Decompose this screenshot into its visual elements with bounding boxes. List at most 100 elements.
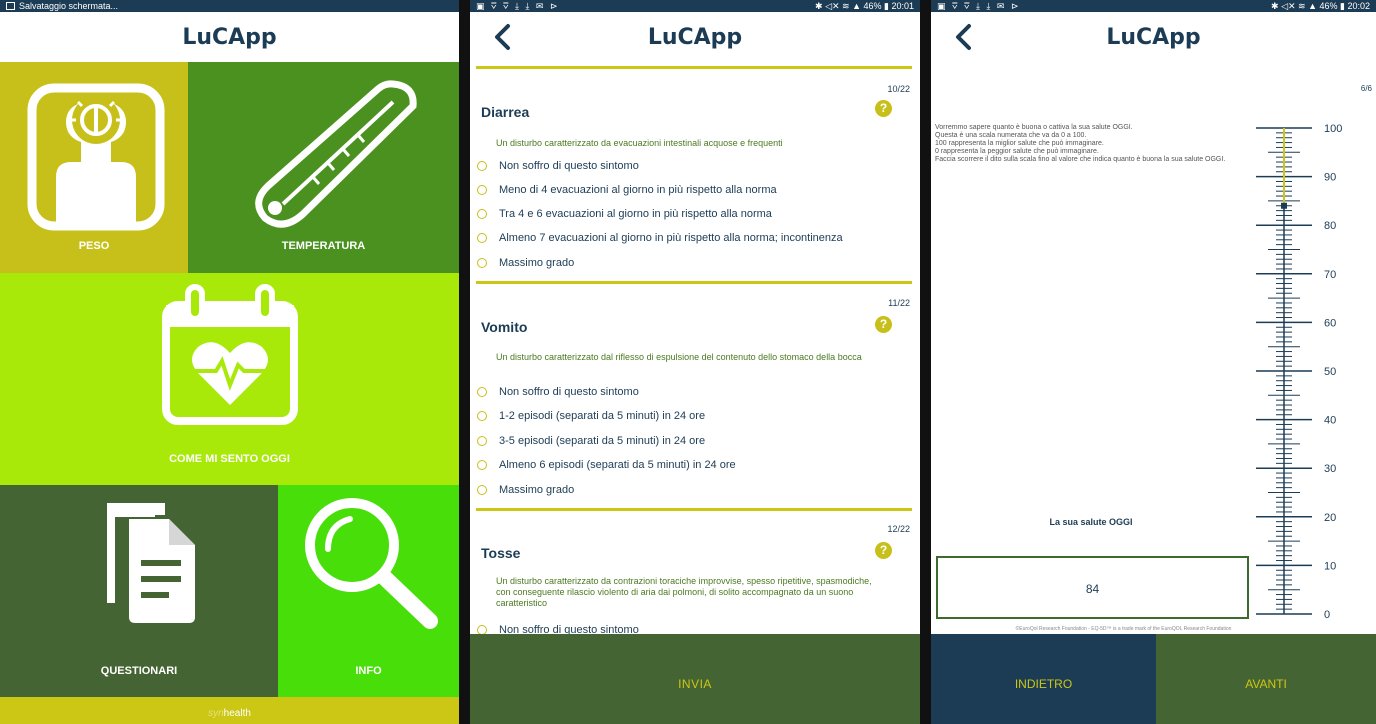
question-title: Diarrea (481, 104, 530, 120)
option-radio[interactable]: Non soffro di questo sintomo (477, 384, 910, 400)
copyright-notice: ©EuroQol Research Foundation - EQ-5D™ is… (1015, 626, 1232, 632)
health-value-box: 84 (936, 556, 1249, 619)
question-number: 11/22 (888, 298, 910, 308)
option-label: 3-5 episodi (separati da 5 minuti) in 24… (499, 435, 706, 447)
app-title: LuCApp (647, 24, 743, 50)
app-title: LuCApp (182, 24, 277, 50)
option-label: 1-2 episodi (separati da 5 minuti) in 24… (499, 410, 706, 422)
back-button[interactable]: INDIETRO (931, 634, 1156, 724)
tile-peso-label: PESO (78, 240, 110, 252)
tile-temperatura-label: TEMPERATURA (281, 240, 366, 252)
radio-icon (477, 436, 487, 446)
tile-peso[interactable]: PESO (0, 62, 188, 273)
help-icon[interactable]: ? (875, 100, 892, 117)
option-label: Meno di 4 evacuazioni al giorno in più r… (499, 184, 777, 196)
option-radio[interactable]: Tra 4 e 6 evacuazioni al giorno in più r… (477, 206, 910, 222)
brand-prefix: syn (208, 708, 224, 719)
system-status: ✱ ◁✕ ≋ ▲ 46% ▮ 20:01 (815, 1, 914, 11)
scale-label: 30 (1324, 463, 1336, 475)
notification-icons: ▣ ⩢ ⩢ ⤓ ⤓ ✉ ⊳ (937, 1, 1021, 11)
tile-info-label: INFO (355, 665, 382, 677)
scale-label: 60 (1324, 317, 1336, 329)
notification-icons: ▣ ⩢ ⩢ ⤓ ⤓ ✉ ⊳ (476, 1, 560, 11)
instruction-line: 100 rappresenta la miglior salute che pu… (935, 140, 1104, 147)
home-screen: Salvataggio schermata... LuCApp PESO TEM… (0, 0, 459, 724)
option-label: Non soffro di questo sintomo (499, 624, 639, 634)
instruction-line: Vorremmo sapere quanto è buona o cattiva… (935, 124, 1133, 131)
question-number: 12/22 (887, 524, 910, 534)
app-bar: LuCApp (470, 12, 920, 62)
option-radio[interactable]: 3-5 episodi (separati da 5 minuti) in 24… (477, 433, 910, 449)
help-icon[interactable]: ? (875, 316, 892, 333)
instruction-line: Questa è una scala numerata che va da 0 … (935, 132, 1087, 139)
screenshot-icon (6, 2, 15, 10)
documents-icon (107, 503, 195, 623)
page-count: 6/6 (1360, 84, 1372, 93)
question-separator (476, 281, 912, 284)
radio-icon (477, 625, 487, 634)
scale-label: 50 (1324, 366, 1336, 378)
scale-label: 0 (1324, 609, 1330, 621)
option-radio[interactable]: Massimo grado (477, 482, 910, 498)
radio-icon (477, 233, 487, 243)
option-label: Almeno 6 episodi (separati da 5 minuti) … (499, 459, 736, 471)
radio-icon (477, 258, 487, 268)
option-label: Non soffro di questo sintomo (499, 160, 639, 172)
instruction-line: 0 rappresenta la peggior salute che può … (935, 148, 1099, 155)
app-bar: LuCApp (931, 12, 1376, 62)
option-radio[interactable]: Meno di 4 evacuazioni al giorno in più r… (477, 182, 910, 198)
option-label: Massimo grado (499, 257, 575, 269)
instruction-line: Faccia scorrere il dito sulla scala fino… (935, 156, 1226, 163)
option-radio[interactable]: Non soffro di questo sintomo (477, 158, 910, 174)
health-scale-slider[interactable]: 1009080706050403020100 (1231, 120, 1376, 630)
option-radio[interactable]: Non soffro di questo sintomo (477, 622, 910, 634)
send-button[interactable]: INVIA (470, 634, 920, 724)
status-bar: ▣ ⩢ ⩢ ⤓ ⤓ ✉ ⊳ ✱ ◁✕ ≋ ▲ 46% ▮ 20:02 (931, 0, 1376, 12)
radio-icon (477, 485, 487, 495)
tile-temperatura[interactable]: TEMPERATURA (188, 62, 459, 273)
option-radio[interactable]: Almeno 7 evacuazioni al giorno in più ri… (477, 230, 910, 246)
back-arrow-icon[interactable] (949, 20, 979, 54)
magnifier-icon (305, 498, 438, 629)
question-separator (476, 508, 912, 511)
question-separator (476, 66, 912, 69)
option-label: Tra 4 e 6 evacuazioni al giorno in più r… (499, 208, 772, 220)
radio-icon (477, 161, 487, 171)
option-radio[interactable]: 1-2 episodi (separati da 5 minuti) in 24… (477, 408, 910, 424)
radio-icon (477, 185, 487, 195)
health-vas-screen: ▣ ⩢ ⩢ ⤓ ⤓ ✉ ⊳ ✱ ◁✕ ≋ ▲ 46% ▮ 20:02 LuCAp… (931, 0, 1376, 724)
thermometer-icon (255, 80, 417, 228)
status-bar: ▣ ⩢ ⩢ ⤓ ⤓ ✉ ⊳ ✱ ◁✕ ≋ ▲ 46% ▮ 20:01 (470, 0, 920, 12)
instructions: Vorremmo sapere quanto è buona o cattiva… (935, 124, 1245, 164)
question-title: Tosse (481, 545, 521, 561)
option-label: Almeno 7 evacuazioni al giorno in più ri… (499, 232, 843, 244)
scale-label: 90 (1324, 172, 1336, 184)
question-number: 10/22 (887, 84, 910, 94)
radio-icon (477, 411, 487, 421)
help-icon[interactable]: ? (875, 542, 892, 559)
tile-come-label: COME MI SENTO OGGI (169, 453, 290, 465)
radio-icon (477, 209, 487, 219)
question-description: Un disturbo caratterizzato da contrazion… (496, 576, 872, 608)
scale-label: 80 (1324, 220, 1336, 232)
question-list[interactable]: 10/22 Diarrea ? Un disturbo caratterizza… (470, 62, 920, 634)
tile-questionari-label: QUESTIONARI (100, 665, 178, 677)
questionnaire-screen: ▣ ⩢ ⩢ ⤓ ⤓ ✉ ⊳ ✱ ◁✕ ≋ ▲ 46% ▮ 20:01 LuCAp… (470, 0, 920, 724)
brand-footer: synhealth (0, 697, 459, 724)
tile-questionari[interactable]: QUESTIONARI (0, 485, 278, 697)
back-arrow-icon[interactable] (488, 20, 518, 54)
question-description: Un disturbo caratterizzato dal riflesso … (496, 352, 862, 362)
option-label: Massimo grado (499, 484, 575, 496)
radio-icon (477, 460, 487, 470)
tile-come-mi-sento-oggi[interactable]: COME MI SENTO OGGI (0, 273, 459, 485)
option-radio[interactable]: Almeno 6 episodi (separati da 5 minuti) … (477, 457, 910, 473)
tile-info[interactable]: INFO (278, 485, 459, 697)
scale-icon (27, 83, 165, 231)
radio-icon (477, 387, 487, 397)
system-status: ✱ ◁✕ ≋ ▲ 46% ▮ 20:02 (1271, 1, 1370, 11)
scale-label: 20 (1324, 512, 1336, 524)
health-today-label: La sua salute OGGI (1049, 517, 1133, 527)
option-radio[interactable]: Massimo grado (477, 255, 910, 271)
next-button[interactable]: AVANTI (1156, 634, 1376, 724)
option-label: Non soffro di questo sintomo (499, 386, 639, 398)
